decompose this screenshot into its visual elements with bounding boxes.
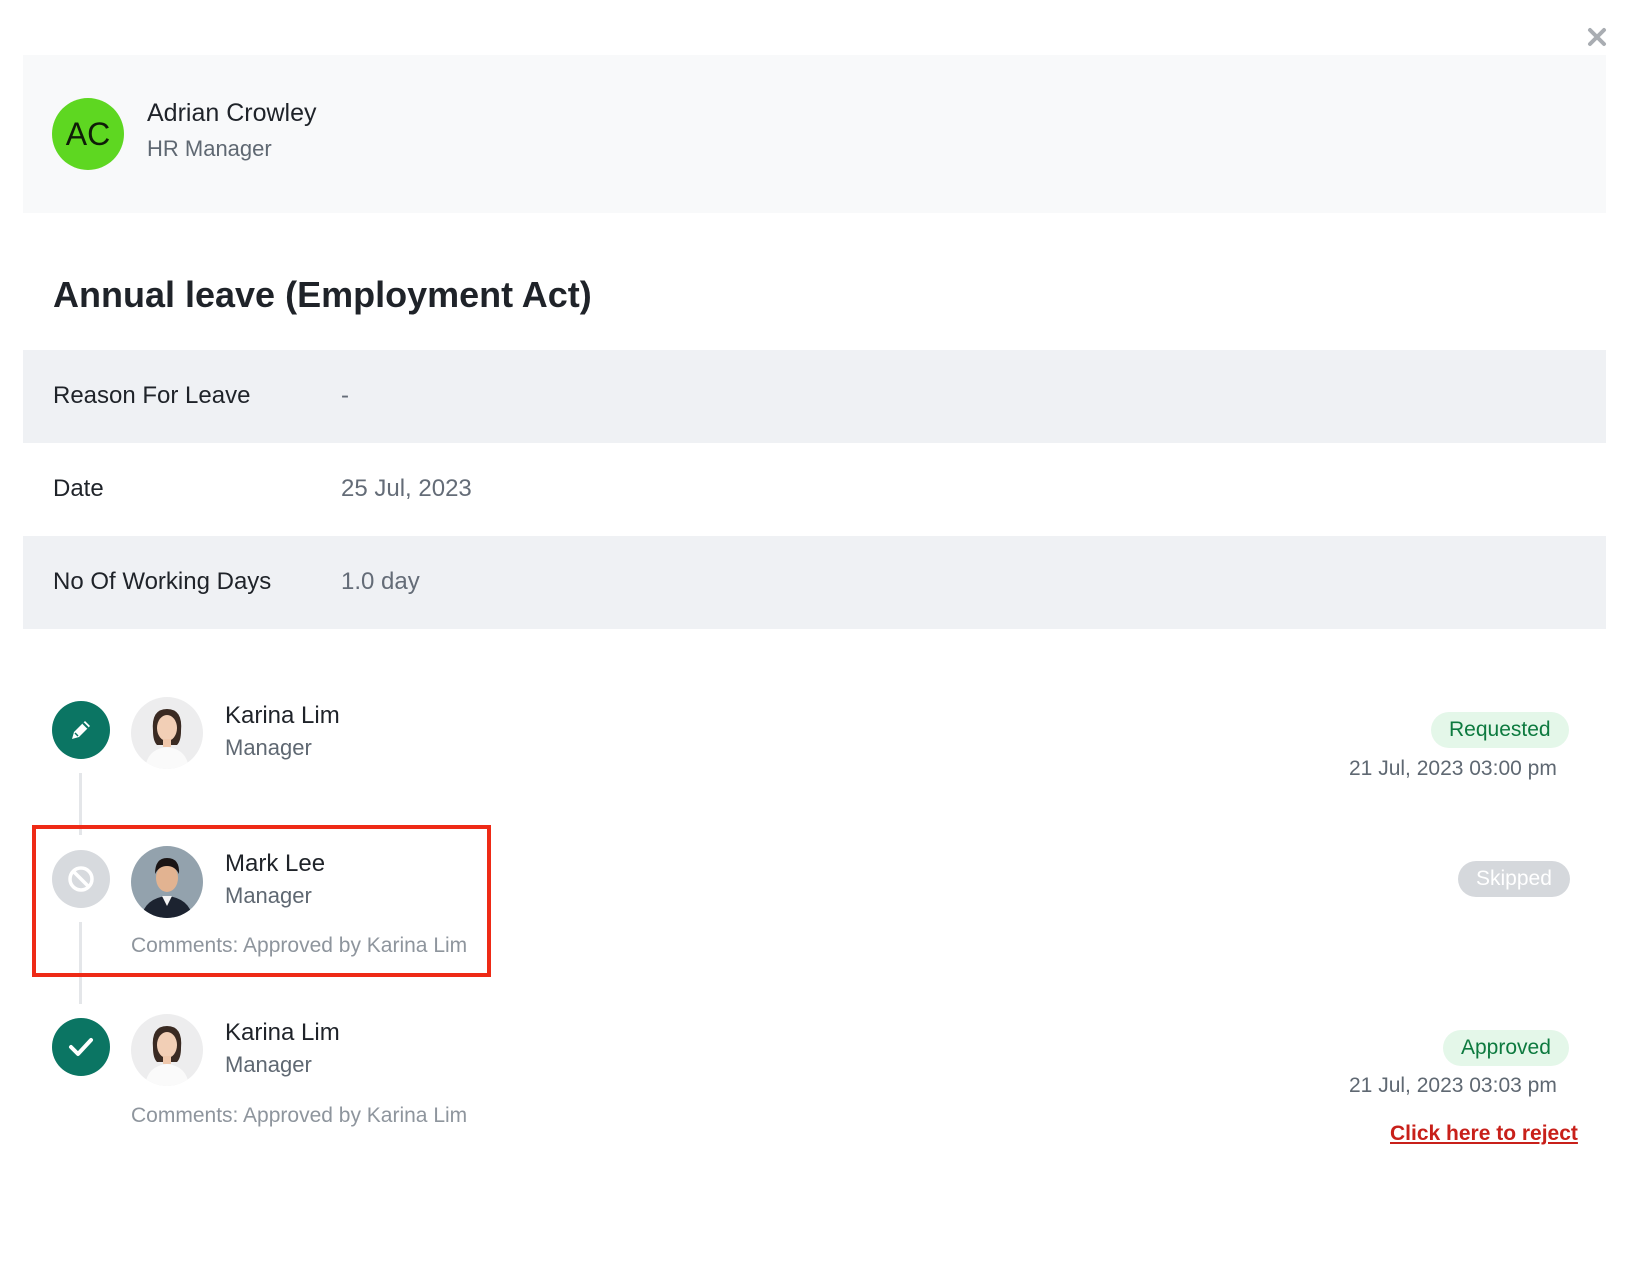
- employee-role: HR Manager: [147, 136, 272, 161]
- detail-row-working-days: No Of Working Days 1.0 day: [23, 536, 1606, 629]
- approver-name: Karina Lim: [225, 1019, 340, 1046]
- employee-name: Adrian Crowley: [147, 99, 317, 127]
- approver-role: Manager: [225, 1052, 312, 1077]
- detail-label: Reason For Leave: [53, 382, 251, 409]
- close-button[interactable]: [1584, 24, 1610, 50]
- detail-value: 25 Jul, 2023: [341, 475, 472, 502]
- avatar: [131, 1014, 203, 1086]
- status-badge: Requested: [1431, 712, 1569, 748]
- employee-header: AC Adrian Crowley HR Manager: [23, 55, 1606, 213]
- detail-label: No Of Working Days: [53, 568, 272, 595]
- status-marker: [52, 701, 110, 759]
- action-timestamp: 21 Jul, 2023 03:00 pm: [1349, 757, 1557, 780]
- reject-link[interactable]: Click here to reject: [1390, 1122, 1578, 1146]
- avatar: AC: [52, 98, 124, 170]
- detail-row-date: Date 25 Jul, 2023: [23, 443, 1606, 536]
- approver-role: Manager: [225, 735, 312, 760]
- approval-comment: Comments: Approved by Karina Lim: [131, 1104, 468, 1127]
- status-badge: Approved: [1443, 1030, 1569, 1066]
- highlight-box: [32, 825, 491, 977]
- detail-value: 1.0 day: [341, 568, 420, 595]
- detail-value: -: [341, 382, 349, 409]
- approver-name: Karina Lim: [225, 702, 340, 729]
- action-timestamp: 21 Jul, 2023 03:03 pm: [1349, 1074, 1557, 1097]
- leave-detail-dialog: AC Adrian Crowley HR Manager Annual leav…: [0, 0, 1633, 1271]
- avatar: [131, 697, 203, 769]
- close-icon: [1588, 28, 1606, 46]
- check-icon: [69, 1038, 93, 1056]
- detail-row-reason: Reason For Leave -: [23, 350, 1606, 443]
- status-badge: Skipped: [1458, 861, 1570, 897]
- leave-type-title: Annual leave (Employment Act): [53, 274, 592, 315]
- status-marker: [52, 1018, 110, 1076]
- pencil-icon: [72, 721, 90, 739]
- detail-label: Date: [53, 475, 104, 502]
